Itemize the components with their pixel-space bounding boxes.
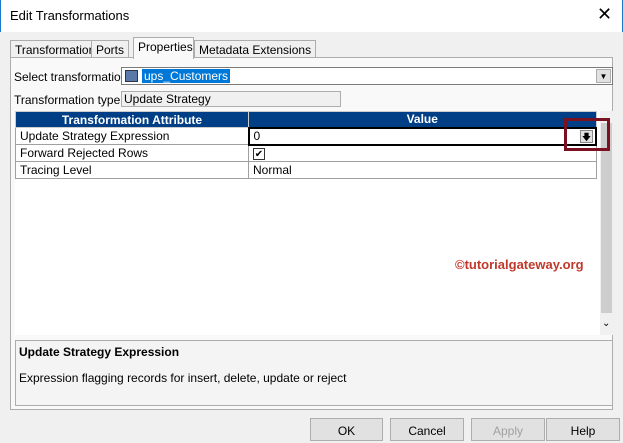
- transformation-type-field: Update Strategy: [121, 91, 341, 107]
- chevron-down-icon[interactable]: ▼: [596, 69, 611, 83]
- description-title: Update Strategy Expression: [19, 345, 180, 359]
- attr-cell: Forward Rejected Rows: [15, 144, 249, 162]
- window-title: Edit Transformations: [10, 8, 130, 23]
- attr-cell: Update Strategy Expression: [15, 127, 249, 145]
- header-attribute: Transformation Attribute: [15, 111, 249, 128]
- value-cell[interactable]: 0 🡇: [247, 126, 597, 146]
- properties-grid: Transformation Attribute Value Update Str…: [15, 111, 601, 335]
- select-transformation-label: Select transformation:: [14, 70, 131, 84]
- checkbox[interactable]: ✔: [253, 148, 265, 161]
- title-bar: Edit Transformations ✕: [0, 0, 623, 32]
- value-text: 0: [253, 129, 261, 143]
- ok-button[interactable]: OK: [310, 418, 383, 441]
- highlight-box: [564, 118, 610, 151]
- apply-button[interactable]: Apply: [471, 418, 545, 441]
- tab-metadata-extensions[interactable]: Metadata Extensions: [194, 40, 317, 58]
- transformation-icon: [125, 70, 138, 82]
- table-row[interactable]: Tracing Level Normal: [15, 161, 597, 179]
- value-cell[interactable]: ✔: [248, 144, 597, 162]
- tab-properties[interactable]: Properties: [133, 37, 194, 59]
- close-icon[interactable]: ✕: [597, 4, 612, 25]
- value-cell[interactable]: Normal: [248, 161, 597, 179]
- scroll-down-icon[interactable]: ⌄: [602, 318, 610, 329]
- tab-transformation[interactable]: Transformation: [10, 40, 101, 58]
- cancel-button[interactable]: Cancel: [390, 418, 464, 441]
- selected-transformation: ups_Customers: [142, 69, 231, 83]
- watermark: ©tutorialgateway.org: [455, 257, 584, 272]
- help-button[interactable]: Help: [546, 418, 620, 441]
- transformation-type-label: Transformation type:: [14, 93, 124, 107]
- description-panel: Update Strategy Expression Expression fl…: [15, 340, 613, 406]
- attr-cell: Tracing Level: [15, 161, 249, 179]
- header-value: Value: [248, 111, 597, 128]
- select-transformation-dropdown[interactable]: ups_Customers ▼: [121, 67, 613, 85]
- description-text: Expression flagging records for insert, …: [19, 371, 347, 385]
- table-row[interactable]: Forward Rejected Rows ✔: [15, 144, 597, 162]
- scrollbar-thumb[interactable]: [601, 123, 612, 313]
- tab-ports[interactable]: Ports: [91, 40, 130, 58]
- table-row[interactable]: Update Strategy Expression 0 🡇: [15, 126, 597, 146]
